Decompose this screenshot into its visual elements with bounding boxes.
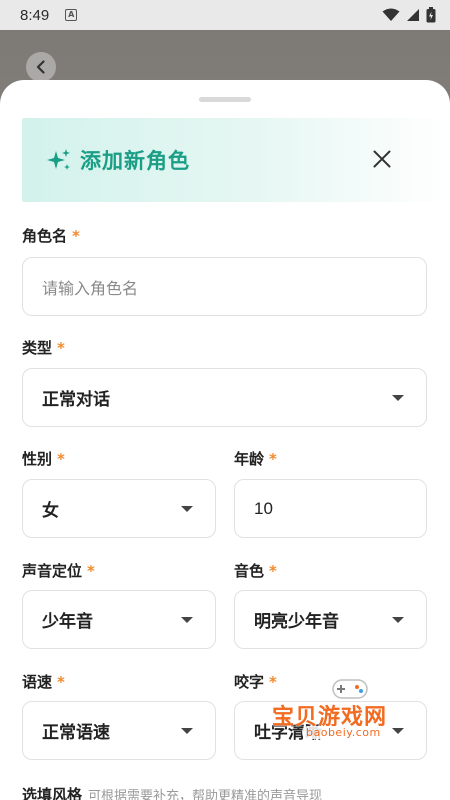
- close-icon: [373, 150, 391, 168]
- dropdown-arrow-icon: [181, 506, 193, 512]
- battery-icon: [426, 7, 436, 23]
- age-input-value: 10: [254, 498, 273, 518]
- name-input[interactable]: 请输入角色名: [22, 257, 427, 316]
- voice-position-select-value: 少年音: [42, 612, 93, 632]
- type-select[interactable]: 正常对话: [22, 368, 427, 427]
- type-select-value: 正常对话: [42, 390, 110, 410]
- name-label-text: 角色名: [22, 227, 68, 245]
- dropdown-arrow-icon: [181, 617, 193, 623]
- sheet-title: 添加新角色: [80, 149, 190, 173]
- site-watermark: 宝贝游戏网 baobeiy.com: [272, 676, 432, 739]
- status-time: 8:49: [20, 6, 50, 24]
- chevron-left-icon: [36, 60, 45, 74]
- timbre-label-text: 音色: [234, 562, 265, 580]
- gender-select[interactable]: 女: [22, 479, 216, 538]
- required-marker: *: [57, 450, 65, 468]
- style-label-text: 选填风格: [22, 786, 83, 800]
- timbre-select-value: 明亮少年音: [254, 612, 339, 632]
- age-label-text: 年龄: [234, 450, 265, 468]
- voice-position-label: 声音定位 *: [22, 560, 95, 581]
- speed-label-text: 语速: [22, 673, 53, 691]
- status-bar: 8:49 A: [0, 0, 450, 30]
- age-label: 年龄 *: [234, 448, 277, 469]
- dropdown-arrow-icon: [392, 395, 404, 401]
- dropdown-arrow-icon: [392, 617, 404, 623]
- required-marker: *: [87, 562, 95, 580]
- articulation-label-text: 咬字: [234, 673, 265, 691]
- wifi-icon: [382, 8, 400, 21]
- gender-select-value: 女: [42, 501, 59, 521]
- notification-app-icon: A: [65, 9, 78, 21]
- style-label: 选填风格 可根据需要补充，帮助更精准的声音导现: [22, 784, 322, 800]
- type-label-text: 类型: [22, 339, 53, 357]
- back-button[interactable]: [26, 52, 56, 82]
- style-hint: 可根据需要补充，帮助更精准的声音导现: [88, 789, 323, 800]
- sheet-header: 添加新角色: [22, 118, 450, 202]
- dropdown-arrow-icon: [392, 728, 404, 734]
- watermark-url: baobeiy.com: [302, 726, 385, 739]
- required-marker: *: [72, 227, 80, 245]
- required-marker: *: [57, 339, 65, 357]
- required-marker: *: [57, 673, 65, 691]
- dropdown-arrow-icon: [181, 728, 193, 734]
- speed-label: 语速 *: [22, 671, 65, 692]
- articulation-label: 咬字 *: [234, 671, 277, 692]
- timbre-select[interactable]: 明亮少年音: [234, 590, 427, 649]
- name-label: 角色名 *: [22, 225, 80, 246]
- timbre-label: 音色 *: [234, 560, 277, 581]
- close-button[interactable]: [370, 147, 394, 171]
- speed-select[interactable]: 正常语速: [22, 701, 216, 760]
- sparkle-icon: [47, 149, 70, 170]
- type-label: 类型 *: [22, 337, 65, 358]
- signal-icon: [407, 9, 419, 21]
- required-marker: *: [269, 450, 277, 468]
- speed-select-value: 正常语速: [42, 723, 110, 743]
- drag-handle[interactable]: [199, 97, 251, 102]
- age-input[interactable]: 10: [234, 479, 427, 538]
- gender-label-text: 性别: [22, 450, 53, 468]
- voice-position-label-text: 声音定位: [22, 562, 83, 580]
- name-input-placeholder: 请输入角色名: [42, 278, 139, 298]
- voice-position-select[interactable]: 少年音: [22, 590, 216, 649]
- gender-label: 性别 *: [22, 448, 65, 469]
- required-marker: *: [269, 562, 277, 580]
